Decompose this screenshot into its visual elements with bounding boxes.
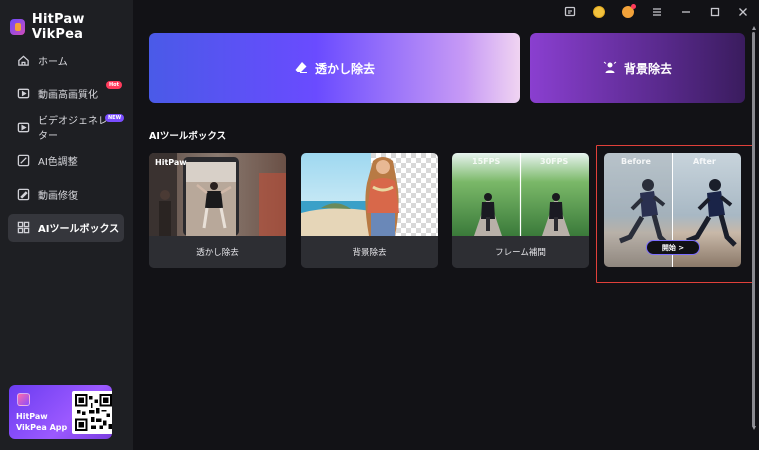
- tool-card-video-enhance[interactable]: Before After 開始 >: [604, 153, 741, 267]
- video-enhance-icon: [17, 87, 30, 100]
- promo-text: HitPaw VikPea App: [16, 412, 68, 432]
- sidebar-item-label: AIツールボックス: [38, 224, 120, 235]
- maximize-icon[interactable]: [708, 5, 722, 19]
- tool-card-frame-interpolation[interactable]: 15FPS 30FPS フレーム補間: [452, 153, 589, 268]
- sidebar-item-label: 動画高画質化: [38, 90, 98, 101]
- before-label: Before: [621, 157, 651, 166]
- mobile-app-promo[interactable]: HitPaw VikPea App: [9, 385, 112, 439]
- watermark-removal-preview: HitPaw: [149, 153, 286, 236]
- tool-card-background-removal[interactable]: 背景除去: [301, 153, 438, 268]
- title-bar: [133, 0, 759, 24]
- card-label: フレーム補間: [452, 236, 589, 268]
- video-generator-icon: [17, 121, 30, 134]
- sidebar-item-video-generator[interactable]: ビデオジェネレーター NEW: [8, 113, 125, 142]
- fps-30-label: 30FPS: [540, 157, 569, 166]
- watermark-removal-label: 透かし除去: [314, 61, 375, 76]
- account-icon[interactable]: [621, 4, 636, 19]
- scroll-down-arrow-icon[interactable]: [752, 426, 756, 430]
- color-adjust-icon: [17, 154, 30, 167]
- close-icon[interactable]: [736, 5, 750, 19]
- app-logo-icon: [10, 19, 25, 35]
- qr-code-icon: [72, 391, 112, 434]
- sidebar-item-video-repair[interactable]: 動画修復: [8, 180, 124, 208]
- brand: HitPaw VikPea: [10, 12, 133, 42]
- card-label: 背景除去: [301, 236, 438, 268]
- hitpaw-watermark-text: HitPaw: [155, 158, 187, 167]
- person-cutout-icon: [603, 60, 617, 77]
- scrollbar-thumb[interactable]: [752, 32, 755, 427]
- sidebar-item-label: 動画修復: [38, 190, 78, 202]
- sidebar-item-label: AI色調整: [38, 157, 78, 168]
- sidebar-item-home[interactable]: ホーム: [8, 46, 124, 74]
- card-label: 透かし除去: [149, 236, 286, 268]
- frame-interpolation-preview: 15FPS 30FPS: [452, 153, 589, 236]
- mobile-app-logo-icon: [17, 393, 30, 406]
- background-removal-preview: [301, 153, 438, 236]
- scroll-up-arrow-icon[interactable]: [752, 26, 756, 30]
- tool-card-watermark-removal[interactable]: HitPaw 透かし除去: [149, 153, 286, 268]
- home-icon: [17, 54, 30, 67]
- background-removal-banner[interactable]: 背景除去: [530, 33, 745, 103]
- before-after-preview: Before After 開始 >: [604, 153, 741, 267]
- toolbox-icon: [17, 221, 30, 234]
- after-label: After: [693, 157, 716, 166]
- watermark-removal-banner[interactable]: 透かし除去: [149, 33, 520, 103]
- sidebar-item-label: ホーム: [38, 56, 68, 68]
- sidebar-item-video-enhance[interactable]: 動画高画質化 Hot: [8, 80, 124, 108]
- toolbox-section-title: AIツールボックス: [149, 131, 227, 142]
- start-button[interactable]: 開始 >: [646, 240, 700, 255]
- sidebar: HitPaw VikPea ホーム 動画高画質化 Hot ビデオジェネレーター …: [0, 0, 133, 450]
- sidebar-item-color-adjust[interactable]: AI色調整: [8, 147, 124, 175]
- new-badge: NEW: [105, 114, 125, 122]
- minimize-icon[interactable]: [679, 5, 693, 19]
- coin-icon[interactable]: [592, 5, 606, 19]
- main-content: 透かし除去 背景除去 AIツールボックス HitPaw 透かし除去 背景除去 1…: [133, 24, 759, 450]
- sidebar-item-ai-toolbox[interactable]: AIツールボックス: [8, 213, 124, 242]
- eraser-icon: [294, 60, 308, 77]
- video-repair-icon: [17, 188, 30, 201]
- app-title: HitPaw VikPea: [31, 12, 85, 42]
- feedback-icon[interactable]: [563, 5, 577, 19]
- app-window: HitPaw VikPea ホーム 動画高画質化 Hot ビデオジェネレーター …: [0, 0, 759, 450]
- sidebar-nav: ホーム 動画高画質化 Hot ビデオジェネレーター NEW AI色調整 動画修復…: [8, 46, 125, 247]
- menu-icon[interactable]: [650, 5, 664, 19]
- fps-15-label: 15FPS: [472, 157, 501, 166]
- background-removal-label: 背景除去: [623, 61, 672, 76]
- hot-badge: Hot: [106, 80, 123, 89]
